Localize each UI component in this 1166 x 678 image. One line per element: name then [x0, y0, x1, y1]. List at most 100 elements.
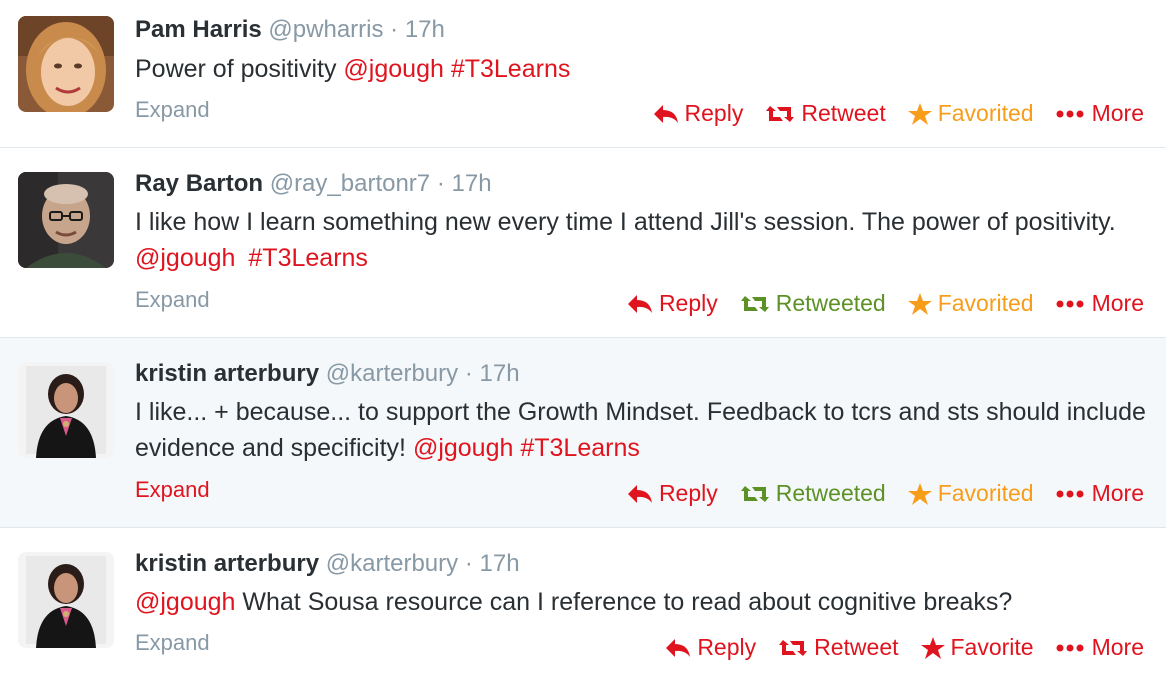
reply-icon — [666, 638, 691, 657]
retweet-button[interactable]: Retweet — [765, 100, 886, 127]
retweet-button[interactable]: Retweeted — [740, 480, 886, 507]
tweet-item[interactable]: Ray Barton @ray_bartonr7 · 17h I like ho… — [0, 148, 1166, 338]
reply-label: Reply — [697, 634, 757, 660]
tweet-actions: Reply Retweeted Favorited More — [605, 480, 1144, 507]
reply-label: Reply — [658, 480, 718, 506]
author-name[interactable]: kristin arterbury — [135, 550, 319, 577]
reply-label: Reply — [684, 100, 744, 126]
hashtag-link[interactable]: #T3Learns — [451, 55, 571, 83]
author-username[interactable]: @pwharris — [268, 16, 383, 43]
star-icon — [907, 292, 932, 315]
tweet-header: Ray Barton @ray_bartonr7 · 17h — [135, 168, 492, 200]
tweet-actions: Reply Retweeted Favorited More — [605, 290, 1144, 317]
tweet-header: Pam Harris @pwharris · 17h — [135, 14, 445, 46]
tweet-text: I like how I learn something new every t… — [135, 204, 1155, 276]
favorite-button[interactable]: Favorited — [907, 100, 1034, 127]
more-dots-icon — [1056, 490, 1084, 497]
tweet-text: @jgough What Sousa resource can I refere… — [135, 584, 1155, 620]
retweet-button[interactable]: Retweet — [778, 634, 899, 661]
expand-link[interactable]: Expand — [135, 97, 210, 123]
reply-button[interactable]: Reply — [627, 480, 718, 507]
avatar-man-glasses-icon — [18, 172, 114, 268]
author-name[interactable]: kristin arterbury — [135, 360, 319, 387]
author-username[interactable]: @karterbury — [326, 550, 458, 577]
more-dots-icon — [1056, 644, 1084, 651]
separator-dot: · — [436, 170, 445, 197]
mention-link[interactable]: @jgough — [135, 244, 235, 272]
retweet-label: Retweeted — [775, 290, 886, 316]
avatar[interactable] — [18, 172, 114, 268]
more-button[interactable]: More — [1056, 480, 1144, 507]
reply-button[interactable]: Reply — [627, 290, 718, 317]
favorite-label: Favorited — [937, 480, 1034, 506]
mention-link[interactable]: @jgough — [343, 55, 443, 83]
more-label: More — [1091, 480, 1144, 506]
tweet-timestamp[interactable]: 17h — [480, 360, 520, 387]
retweet-icon — [740, 485, 769, 502]
star-icon — [907, 482, 932, 505]
mention-link[interactable]: @jgough — [135, 588, 235, 616]
retweet-label: Retweeted — [775, 480, 886, 506]
separator-dot: · — [464, 550, 473, 577]
tweet-actions: Reply Retweet Favorite More — [643, 634, 1144, 661]
more-button[interactable]: More — [1056, 100, 1144, 127]
tweet-text: Power of positivity @jgough #T3Learns — [135, 51, 1155, 87]
more-dots-icon — [1056, 110, 1084, 117]
reply-button[interactable]: Reply — [665, 634, 756, 661]
retweet-label: Retweet — [814, 634, 899, 660]
retweet-icon — [740, 295, 769, 312]
more-label: More — [1091, 290, 1144, 316]
expand-link[interactable]: Expand — [135, 287, 210, 313]
tweet-text: I like... + because... to support the Gr… — [135, 394, 1155, 466]
avatar[interactable] — [18, 552, 114, 648]
hashtag-link[interactable]: #T3Learns — [520, 434, 640, 462]
favorite-label: Favorite — [950, 634, 1034, 660]
reply-icon — [653, 104, 678, 123]
separator-dot: · — [464, 360, 473, 387]
tweet-header: kristin arterbury @karterbury · 17h — [135, 548, 520, 580]
tweet-item[interactable]: kristin arterbury @karterbury · 17h @jgo… — [0, 528, 1166, 678]
reply-icon — [627, 294, 652, 313]
avatar-woman-dark-hair-icon — [18, 362, 114, 458]
retweet-button[interactable]: Retweeted — [740, 290, 886, 317]
tweet-body: Power of positivity — [135, 55, 337, 83]
tweet-body: I like... + because... to support the Gr… — [135, 398, 1146, 462]
favorite-button[interactable]: Favorited — [907, 480, 1034, 507]
separator-dot: · — [390, 16, 399, 43]
hashtag-link[interactable]: #T3Learns — [248, 244, 368, 272]
star-icon — [920, 636, 945, 659]
tweet-actions: Reply Retweet Favorited More — [631, 100, 1144, 127]
tweet-timeline: Pam Harris @pwharris · 17h Power of posi… — [0, 0, 1166, 678]
more-button[interactable]: More — [1056, 634, 1144, 661]
favorite-button[interactable]: Favorite — [920, 634, 1034, 661]
tweet-item[interactable]: kristin arterbury @karterbury · 17h I li… — [0, 338, 1166, 528]
favorite-label: Favorited — [937, 290, 1034, 316]
tweet-timestamp[interactable]: 17h — [452, 170, 492, 197]
retweet-icon — [779, 639, 808, 656]
tweet-header: kristin arterbury @karterbury · 17h — [135, 358, 520, 390]
avatar-woman-dark-hair-icon — [18, 552, 114, 648]
favorite-button[interactable]: Favorited — [907, 290, 1034, 317]
expand-link[interactable]: Expand — [135, 477, 210, 503]
author-name[interactable]: Ray Barton — [135, 170, 263, 197]
tweet-body: I like how I learn something new every t… — [135, 208, 1116, 236]
reply-button[interactable]: Reply — [653, 100, 744, 127]
more-button[interactable]: More — [1056, 290, 1144, 317]
avatar[interactable] — [18, 362, 114, 458]
tweet-timestamp[interactable]: 17h — [405, 16, 445, 43]
avatar[interactable] — [18, 16, 114, 112]
mention-link[interactable]: @jgough — [413, 434, 513, 462]
expand-link[interactable]: Expand — [135, 630, 210, 656]
author-username[interactable]: @karterbury — [326, 360, 458, 387]
tweet-body: What Sousa resource can I reference to r… — [242, 588, 1013, 616]
more-label: More — [1091, 634, 1144, 660]
more-label: More — [1091, 100, 1144, 126]
author-name[interactable]: Pam Harris — [135, 16, 262, 43]
tweet-item[interactable]: Pam Harris @pwharris · 17h Power of posi… — [0, 0, 1166, 148]
favorite-label: Favorited — [937, 100, 1034, 126]
reply-label: Reply — [658, 290, 718, 316]
author-username[interactable]: @ray_bartonr7 — [270, 170, 430, 197]
avatar-woman-blonde-icon — [18, 16, 114, 112]
star-icon — [907, 102, 932, 125]
tweet-timestamp[interactable]: 17h — [480, 550, 520, 577]
